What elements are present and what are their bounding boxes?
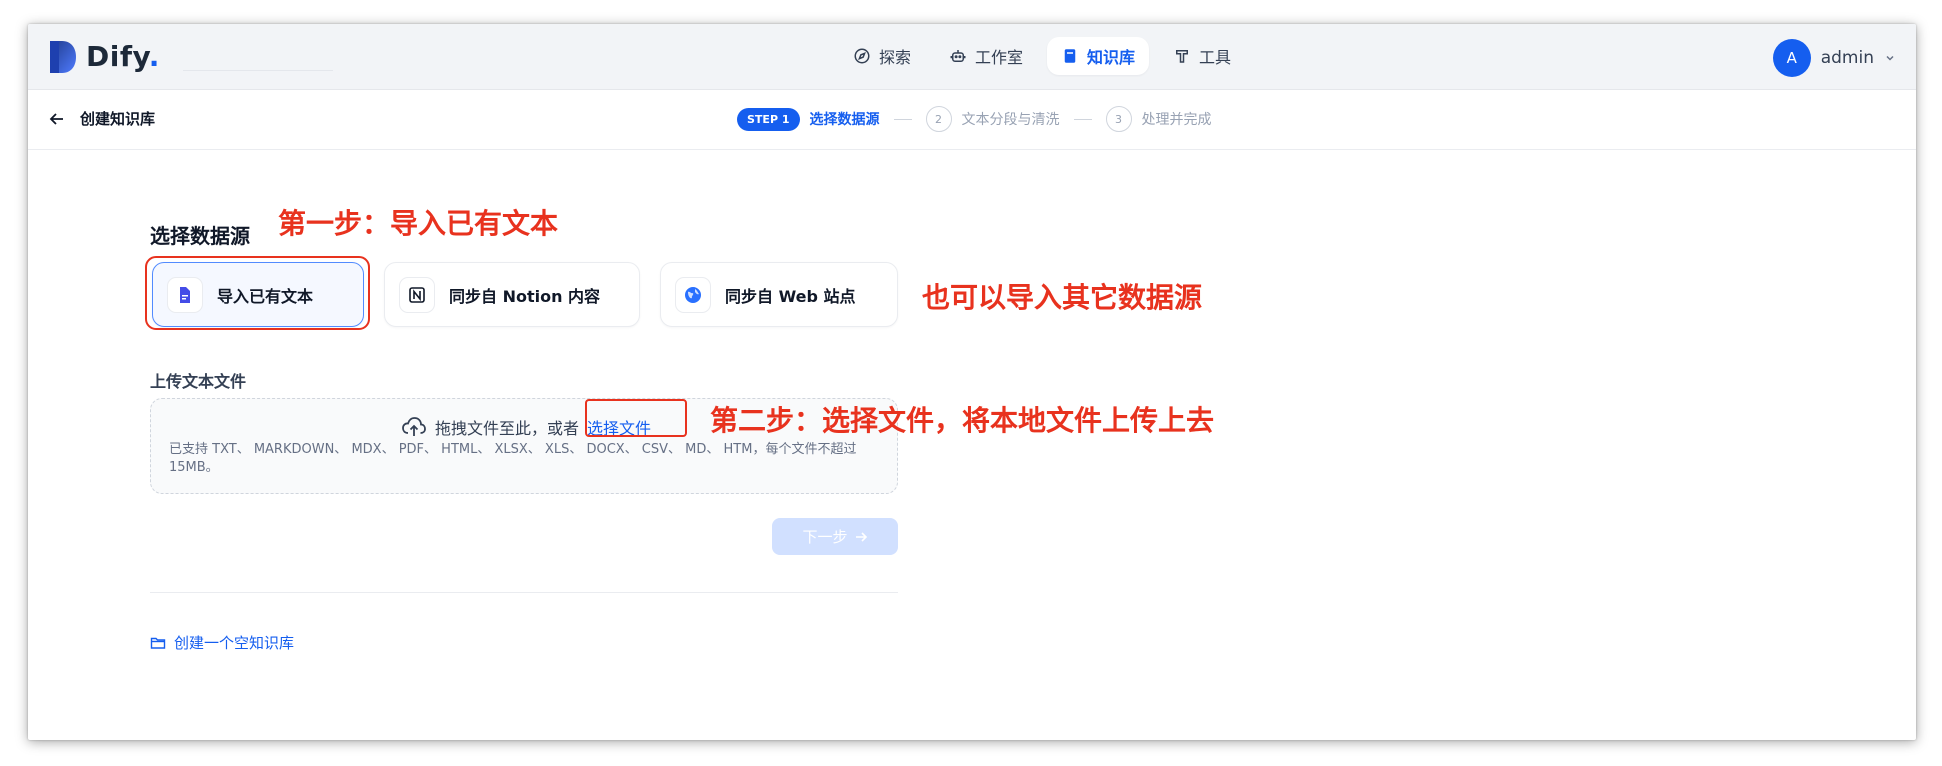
create-empty-knowledge-link[interactable]: 创建一个空知识库 [150, 632, 294, 653]
arrow-right-icon [855, 531, 867, 542]
user-name[interactable]: admin [1821, 48, 1874, 68]
app-name: Dify. [86, 40, 160, 73]
notion-icon-box [399, 276, 435, 313]
step-2-label: 文本分段与清洗 [961, 112, 1060, 128]
arrow-left-icon[interactable] [48, 110, 66, 128]
nav-label: 探索 [879, 48, 912, 67]
top-nav: Dify. 探索 工作室 知识库 工具 A admin [28, 24, 1916, 90]
nav-item-explore[interactable]: 探索 [839, 37, 925, 75]
step-separator [893, 118, 912, 120]
section-title: 选择数据源 [150, 224, 250, 248]
logo-divider [183, 70, 333, 71]
source-card-label: 导入已有文本 [217, 286, 314, 306]
main-nav: 探索 工作室 知识库 工具 [839, 37, 1245, 75]
next-button[interactable]: 下一步 [772, 518, 898, 555]
upload-section-label: 上传文本文件 [150, 372, 247, 391]
step-1-label: 选择数据源 [809, 112, 880, 128]
stepper: STEP 1 选择数据源 2 文本分段与清洗 3 处理并完成 [737, 106, 1212, 132]
nav-item-tools[interactable]: 工具 [1159, 37, 1245, 75]
globe-icon [685, 286, 701, 303]
app-window: Dify. 探索 工作室 知识库 工具 A admin 创建知识库 STEP 1… [28, 24, 1916, 740]
next-button-label: 下一步 [802, 528, 848, 546]
robot-icon [950, 50, 966, 62]
dropzone-text: 拖拽文件至此，或者 [435, 419, 580, 438]
step-separator [1073, 118, 1092, 120]
source-card-notion[interactable]: 同步自 Notion 内容 [384, 262, 640, 327]
avatar[interactable]: A [1772, 39, 1811, 77]
upload-cloud-icon [402, 417, 426, 436]
nav-label: 工具 [1199, 48, 1232, 67]
nav-label: 工作室 [975, 48, 1024, 67]
page-header: 创建知识库 STEP 1 选择数据源 2 文本分段与清洗 3 处理并完成 [28, 90, 1916, 150]
book-icon [1064, 49, 1076, 63]
page-title: 创建知识库 [80, 110, 156, 128]
annotation-step1: 第一步：导入已有文本 [278, 207, 559, 240]
dify-logo[interactable]: Dify. [48, 40, 160, 73]
chevron-down-icon[interactable] [1884, 52, 1896, 64]
annotation-step2: 第二步：选择文件，将本地文件上传上去 [710, 404, 1215, 437]
source-card-label: 同步自 Web 站点 [725, 286, 856, 306]
globe-icon-box [675, 276, 711, 313]
empty-link-label: 创建一个空知识库 [174, 634, 295, 652]
nav-item-studio[interactable]: 工作室 [935, 37, 1037, 75]
user-menu[interactable]: A admin [1772, 39, 1896, 77]
source-card-import-text[interactable]: 导入已有文本 [152, 262, 364, 327]
hammer-icon [1176, 50, 1189, 63]
dify-logo-icon [50, 40, 76, 73]
document-icon-box [167, 276, 203, 313]
supported-formats-hint: 已支持 TXT、 MARKDOWN、 MDX、 PDF、 HTML、 XLSX、… [169, 442, 857, 475]
nav-item-knowledge[interactable]: 知识库 [1047, 37, 1150, 75]
nav-label: 知识库 [1087, 48, 1136, 67]
document-icon [180, 286, 190, 303]
divider [150, 592, 898, 593]
back-button[interactable]: 创建知识库 [48, 108, 155, 129]
folder-icon [150, 637, 166, 649]
annotation-highlight-box [585, 399, 687, 437]
step-2-number: 2 [925, 106, 952, 132]
step-3-label: 处理并完成 [1141, 112, 1212, 128]
annotation-other-sources: 也可以导入其它数据源 [922, 281, 1203, 314]
compass-icon [854, 48, 870, 64]
source-card-label: 同步自 Notion 内容 [449, 286, 601, 306]
source-card-web[interactable]: 同步自 Web 站点 [660, 262, 898, 327]
step-badge: STEP 1 [737, 107, 800, 131]
step-3-number: 3 [1105, 106, 1132, 132]
notion-icon [409, 286, 425, 303]
